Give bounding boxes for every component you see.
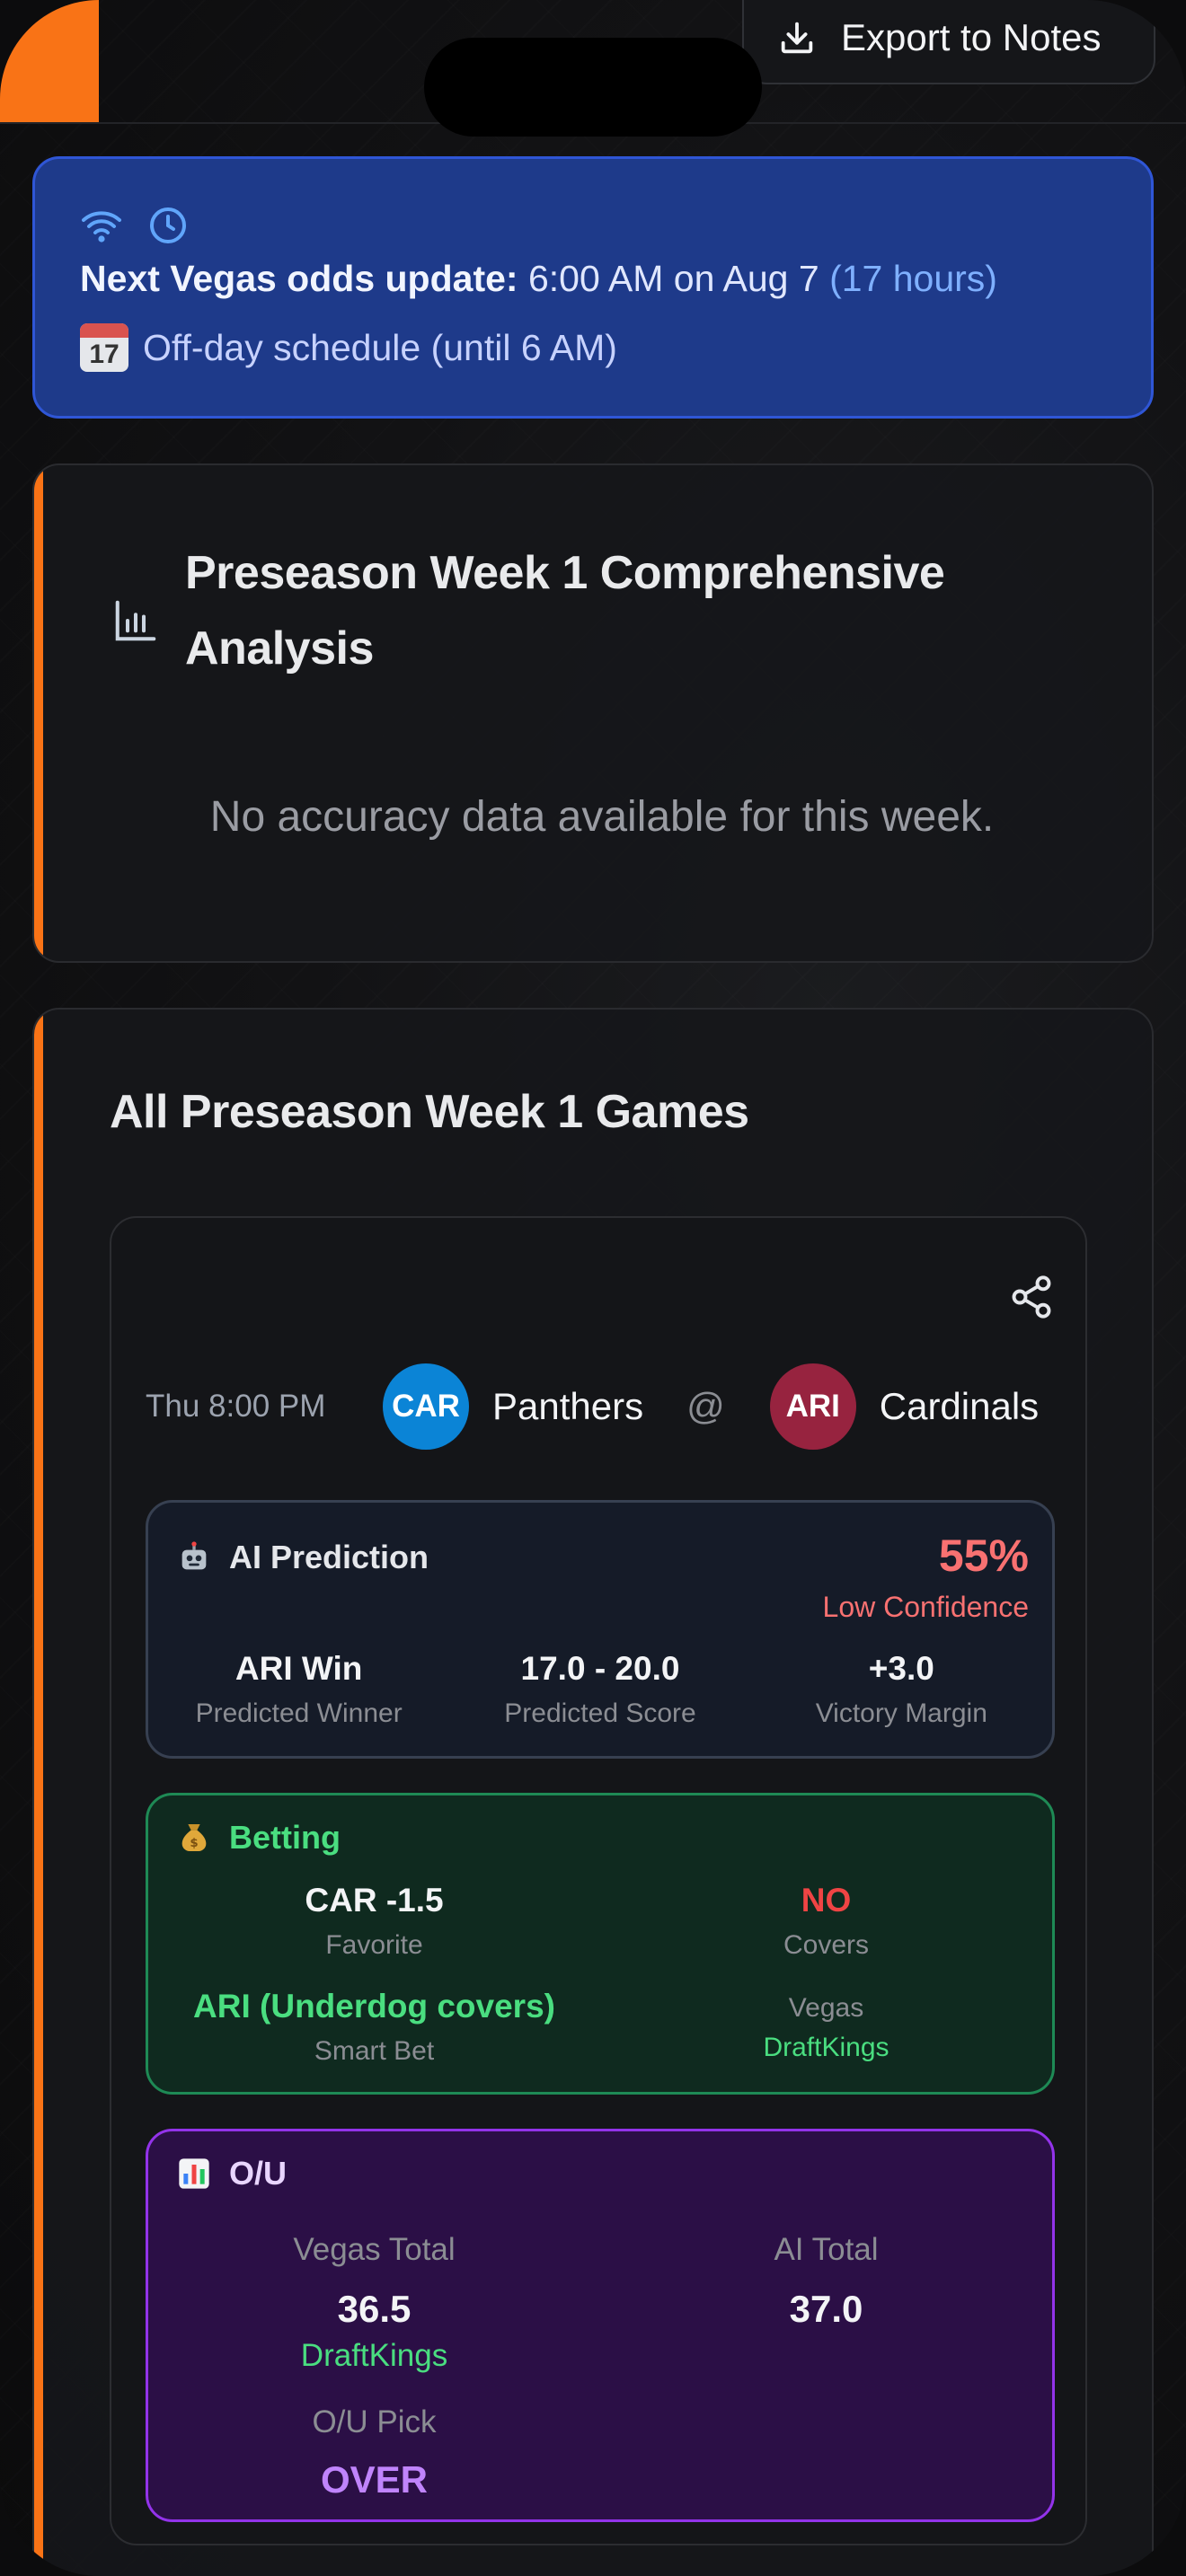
confidence-percent: 55% bbox=[938, 1531, 1029, 1581]
ou-title: O/U bbox=[229, 2155, 288, 2192]
games-title: All Preseason Week 1 Games bbox=[110, 1086, 749, 1138]
schedule-line: 17 Off-day schedule (until 6 AM) bbox=[80, 323, 1106, 372]
dynamic-island bbox=[424, 38, 762, 137]
money-bag-icon: $ bbox=[175, 1819, 213, 1857]
home-team-name: Cardinals bbox=[879, 1385, 1040, 1427]
phone-screen: Export to Notes Next Vegas odds update: … bbox=[0, 0, 1186, 2576]
next-odds-update: Next Vegas odds update: 6:00 AM on Aug 7… bbox=[80, 258, 1106, 300]
over-under-panel: O/U Vegas Total 36.5 DraftKings AI Total… bbox=[146, 2129, 1055, 2522]
away-team-badge: CAR bbox=[383, 1363, 469, 1450]
chart-emoji-icon bbox=[175, 2155, 213, 2192]
schedule-text: Off-day schedule (until 6 AM) bbox=[143, 326, 617, 368]
download-icon bbox=[781, 22, 813, 54]
matchup-row: Thu 8:00 PM CAR Panthers @ ARI Cardinals bbox=[146, 1363, 1051, 1450]
analysis-title: Preseason Week 1 Comprehensive Analysis bbox=[185, 547, 945, 675]
smart-bet: ARI (Underdog covers) Smart Bet bbox=[193, 1988, 555, 2066]
betting-panel: $ Betting CAR -1.5 Favorite NO Covers AR… bbox=[146, 1793, 1055, 2095]
robot-icon bbox=[175, 1539, 213, 1576]
analysis-card: Preseason Week 1 Comprehensive Analysis … bbox=[32, 463, 1154, 963]
ai-total: AI Total 37.0 bbox=[774, 2232, 879, 2330]
betting-title: Betting bbox=[229, 1819, 341, 1856]
wifi-icon bbox=[82, 211, 121, 243]
game-time: Thu 8:00 PM bbox=[146, 1389, 326, 1424]
calendar-icon: 17 bbox=[80, 323, 128, 372]
vegas-source: Vegas DraftKings bbox=[763, 1993, 890, 2062]
top-accent-bar bbox=[0, 0, 99, 122]
export-to-notes-button[interactable]: Export to Notes bbox=[742, 0, 1155, 84]
clock-icon bbox=[150, 207, 186, 243]
predicted-score: 17.0 - 20.0 Predicted Score bbox=[504, 1650, 696, 1728]
bar-chart-icon bbox=[115, 600, 156, 641]
odds-update-countdown: (17 hours) bbox=[829, 258, 997, 299]
ai-prediction-panel: AI Prediction 55% Low Confidence ARI Win… bbox=[146, 1500, 1055, 1759]
odds-update-time: 6:00 AM on Aug 7 bbox=[527, 258, 819, 299]
away-team-name: Panthers bbox=[492, 1385, 644, 1427]
share-icon[interactable] bbox=[1008, 1274, 1055, 1320]
covers: NO Covers bbox=[783, 1882, 870, 1960]
home-team-badge: ARI bbox=[769, 1363, 856, 1450]
odds-update-banner: Next Vegas odds update: 6:00 AM on Aug 7… bbox=[32, 156, 1154, 419]
games-card: All Preseason Week 1 Games Thu 8:00 PM C… bbox=[32, 1008, 1154, 2576]
at-symbol: @ bbox=[686, 1385, 725, 1427]
vegas-total: Vegas Total 36.5 DraftKings bbox=[293, 2232, 456, 2373]
svg-text:$: $ bbox=[190, 1837, 198, 1850]
analysis-empty-text: No accuracy data available for this week… bbox=[209, 793, 995, 841]
predicted-winner: ARI Win Predicted Winner bbox=[195, 1650, 403, 1728]
game-card[interactable]: Thu 8:00 PM CAR Panthers @ ARI Cardinals bbox=[110, 1216, 1087, 2545]
victory-margin: +3.0 Victory Margin bbox=[815, 1650, 987, 1728]
ou-pick: O/U Pick OVER bbox=[312, 2404, 437, 2501]
ai-prediction-title: AI Prediction bbox=[229, 1539, 429, 1575]
odds-update-label: Next Vegas odds update: bbox=[80, 258, 518, 299]
favorite: CAR -1.5 Favorite bbox=[305, 1882, 444, 1960]
export-label: Export to Notes bbox=[841, 16, 1102, 58]
confidence-label: Low Confidence bbox=[822, 1591, 1029, 1623]
